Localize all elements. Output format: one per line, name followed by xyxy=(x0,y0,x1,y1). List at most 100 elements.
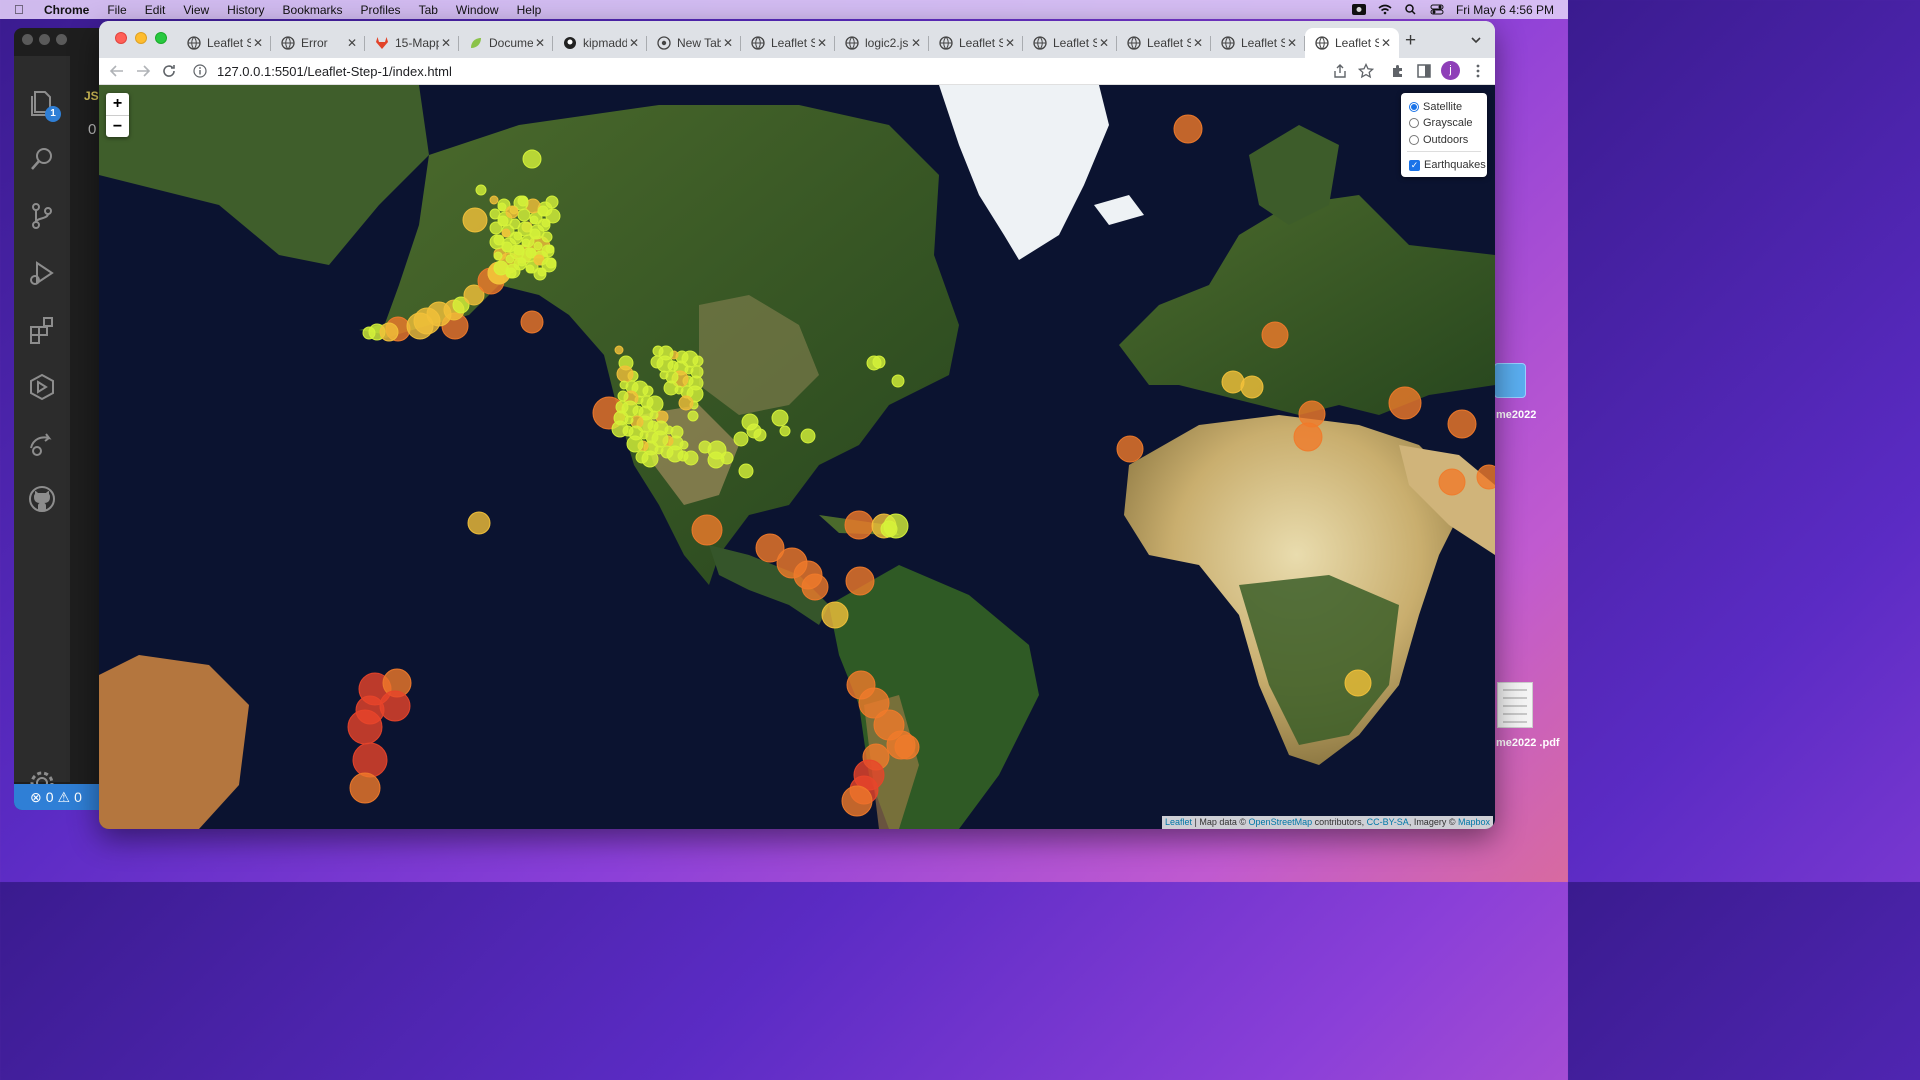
browser-tab[interactable]: New Tab ✕ xyxy=(647,28,741,58)
earthquake-marker[interactable] xyxy=(533,241,543,251)
earthquake-marker[interactable] xyxy=(1447,409,1477,439)
browser-tab[interactable]: Documen✕ xyxy=(459,28,553,58)
earthquake-marker[interactable] xyxy=(872,355,886,369)
earthquake-marker[interactable] xyxy=(753,428,767,442)
earthquake-marker[interactable] xyxy=(663,380,679,396)
menu-view[interactable]: View xyxy=(183,3,209,17)
earthquake-marker[interactable] xyxy=(462,207,488,233)
earthquake-marker[interactable] xyxy=(738,463,754,479)
close-window-button[interactable] xyxy=(115,32,127,44)
editor-tab-js[interactable]: JS xyxy=(84,89,99,103)
earthquake-marker[interactable] xyxy=(513,257,527,271)
earthquake-marker[interactable] xyxy=(347,709,383,745)
desktop-pdf-label[interactable]: me2022 .pdf xyxy=(1496,737,1560,749)
menu-file[interactable]: File xyxy=(107,3,126,17)
desktop-pdf-icon[interactable] xyxy=(1497,682,1533,728)
side-panel-icon[interactable] xyxy=(1416,63,1432,79)
extensions-icon[interactable] xyxy=(27,315,57,345)
earthquake-marker[interactable] xyxy=(733,431,749,447)
openstreetmap-link[interactable]: OpenStreetMap xyxy=(1249,817,1313,827)
browser-tab[interactable]: Leaflet S ✕ xyxy=(1023,28,1117,58)
profile-avatar[interactable]: j xyxy=(1441,61,1460,80)
close-tab-icon[interactable]: ✕ xyxy=(1193,36,1203,50)
leaflet-map[interactable]: + − Satellite Grayscale Outdoors ✓ Earth… xyxy=(99,85,1495,829)
earthquake-marker[interactable] xyxy=(505,267,517,279)
earthquake-marker[interactable] xyxy=(845,566,875,596)
earthquake-marker[interactable] xyxy=(497,215,509,227)
forward-button[interactable] xyxy=(133,61,153,81)
back-button[interactable] xyxy=(107,61,127,81)
github-icon[interactable] xyxy=(27,484,57,514)
earthquake-marker[interactable] xyxy=(505,205,519,219)
browser-tab[interactable]: 15-Mapp ✕ xyxy=(365,28,459,58)
earthquake-marker[interactable] xyxy=(841,785,873,817)
earthquake-marker[interactable] xyxy=(779,425,791,437)
earthquake-marker[interactable] xyxy=(617,390,629,402)
satellite-radio[interactable] xyxy=(1409,102,1419,112)
earthquake-marker[interactable] xyxy=(379,690,411,722)
earthquake-marker[interactable] xyxy=(520,310,544,334)
earthquake-marker[interactable] xyxy=(1221,370,1245,394)
browser-tab[interactable]: Leaflet S ✕ xyxy=(741,28,835,58)
earthquake-markers-layer[interactable] xyxy=(99,85,1495,829)
earthquake-marker[interactable] xyxy=(616,365,634,383)
earthquake-marker[interactable] xyxy=(475,184,487,196)
close-tab-icon[interactable]: ✕ xyxy=(629,36,639,50)
new-tab-button[interactable]: + xyxy=(1405,30,1416,52)
earthquake-marker[interactable] xyxy=(529,215,539,225)
earthquake-marker[interactable] xyxy=(844,510,874,540)
earthquake-marker[interactable] xyxy=(1438,468,1466,496)
earthquake-marker[interactable] xyxy=(529,228,541,240)
earthquake-marker[interactable] xyxy=(800,428,816,444)
extensions-puzzle-icon[interactable] xyxy=(1390,63,1406,79)
earthquake-marker[interactable] xyxy=(619,380,629,390)
earthquake-marker[interactable] xyxy=(691,514,723,546)
close-tab-icon[interactable]: ✕ xyxy=(817,36,827,50)
earthquake-marker[interactable] xyxy=(541,231,553,243)
maximize-window-button[interactable] xyxy=(155,32,167,44)
earthquake-marker[interactable] xyxy=(501,228,511,238)
leaflet-link[interactable]: Leaflet xyxy=(1165,817,1192,827)
reload-button[interactable] xyxy=(159,61,179,81)
earthquake-marker[interactable] xyxy=(611,420,629,438)
zoom-out-button[interactable]: − xyxy=(106,115,129,137)
earthquake-marker[interactable] xyxy=(1476,464,1495,490)
vscode-status-bar[interactable]: ⊗ 0 ⚠ 0 xyxy=(14,784,104,810)
earthquake-marker[interactable] xyxy=(891,374,905,388)
earthquake-marker[interactable] xyxy=(497,202,507,212)
menu-profiles[interactable]: Profiles xyxy=(361,3,401,17)
earthquake-marker[interactable] xyxy=(1388,386,1422,420)
browser-tab[interactable]: logic2.js ✕ xyxy=(835,28,929,58)
earthquake-marker[interactable] xyxy=(1173,114,1203,144)
earthquake-marker[interactable] xyxy=(509,231,523,245)
earthquake-marker[interactable] xyxy=(517,208,531,222)
earthquake-marker[interactable] xyxy=(349,772,381,804)
wifi-icon[interactable] xyxy=(1378,4,1392,15)
zoom-in-button[interactable]: + xyxy=(106,93,129,115)
earthquake-marker[interactable] xyxy=(698,440,712,454)
earthquakes-checkbox[interactable]: ✓ xyxy=(1409,159,1420,171)
outdoors-radio[interactable] xyxy=(1409,135,1419,145)
address-bar[interactable]: 127.0.0.1:5501/Leaflet-Step-1/index.html xyxy=(187,59,1377,83)
overlay-earthquakes[interactable]: ✓ Earthquakes xyxy=(1409,159,1486,171)
control-center-icon[interactable] xyxy=(1430,4,1444,15)
search-icon[interactable] xyxy=(27,144,57,174)
earthquake-marker[interactable] xyxy=(771,409,789,427)
menubar-clock[interactable]: Fri May 6 4:56 PM xyxy=(1456,3,1554,17)
site-info-icon[interactable] xyxy=(193,64,207,78)
earthquake-marker[interactable] xyxy=(525,264,535,274)
earthquake-marker[interactable] xyxy=(1240,375,1264,399)
earthquake-marker[interactable] xyxy=(821,601,849,629)
browser-tab[interactable]: Leaflet S ✕ xyxy=(1117,28,1211,58)
browser-tab[interactable]: Error ✕ xyxy=(271,28,365,58)
earthquake-marker[interactable] xyxy=(659,370,669,380)
earthquake-marker[interactable] xyxy=(545,195,559,209)
browser-tab[interactable]: kipmadd ✕ xyxy=(553,28,647,58)
run-debug-icon[interactable] xyxy=(27,258,57,288)
close-tab-icon[interactable]: ✕ xyxy=(911,36,921,50)
earthquake-marker[interactable] xyxy=(650,355,664,369)
earthquake-marker[interactable] xyxy=(652,345,664,357)
browser-tab[interactable]: Leaflet S ✕ xyxy=(1211,28,1305,58)
grayscale-radio[interactable] xyxy=(1409,118,1419,128)
browser-tab[interactable]: Leaflet S ✕ xyxy=(177,28,271,58)
